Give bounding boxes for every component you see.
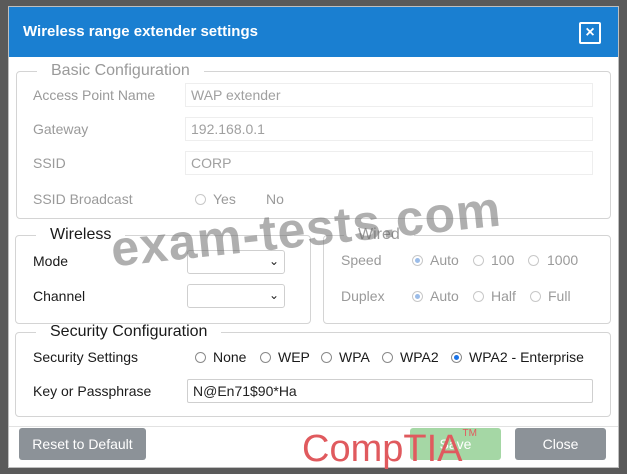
broadcast-yes-radio[interactable] bbox=[195, 194, 206, 205]
ssid-broadcast-label: SSID Broadcast bbox=[33, 191, 133, 207]
title-bar: Wireless range extender settings × bbox=[9, 7, 618, 57]
security-none-radio[interactable] bbox=[195, 352, 206, 363]
duplex-half-radio[interactable] bbox=[473, 291, 484, 302]
close-icon[interactable]: × bbox=[579, 22, 601, 44]
security-wpa2-enterprise-label: WPA2 - Enterprise bbox=[469, 349, 584, 365]
channel-select[interactable]: ⌄ bbox=[187, 284, 285, 308]
wired-group: Wired bbox=[323, 226, 611, 324]
speed-auto-label: Auto bbox=[430, 252, 459, 268]
duplex-auto-radio[interactable] bbox=[412, 291, 423, 302]
chevron-down-icon: ⌄ bbox=[268, 288, 279, 302]
broadcast-yes-label: Yes bbox=[213, 191, 236, 207]
gateway-label: Gateway bbox=[33, 121, 89, 137]
speed-1000-radio[interactable] bbox=[528, 255, 539, 266]
security-wpa2-radio[interactable] bbox=[382, 352, 393, 363]
ap-name-value: WAP extender bbox=[191, 87, 281, 103]
security-wpa2-label: WPA2 bbox=[400, 349, 439, 365]
duplex-label: Duplex bbox=[341, 288, 385, 304]
speed-label: Speed bbox=[341, 252, 382, 268]
security-wpa-radio[interactable] bbox=[321, 352, 332, 363]
security-wep-radio[interactable] bbox=[260, 352, 271, 363]
settings-dialog: Wireless range extender settings × Basic… bbox=[8, 6, 619, 468]
wired-legend: Wired bbox=[358, 226, 400, 243]
footer-divider bbox=[9, 426, 618, 427]
wireless-group: Wireless bbox=[15, 226, 311, 324]
ssid-label: SSID bbox=[33, 155, 66, 171]
gateway-value: 192.168.0.1 bbox=[191, 121, 265, 137]
passphrase-label: Key or Passphrase bbox=[33, 383, 152, 399]
speed-100-radio[interactable] bbox=[473, 255, 484, 266]
wireless-legend: Wireless bbox=[50, 226, 112, 243]
duplex-half-label: Half bbox=[491, 288, 516, 304]
duplex-full-label: Full bbox=[548, 288, 571, 304]
chevron-down-icon: ⌄ bbox=[268, 254, 279, 268]
speed-1000-label: 1000 bbox=[547, 252, 579, 268]
speed-100-label: 100 bbox=[491, 252, 515, 268]
basic-configuration-legend: Basic Configuration bbox=[51, 62, 190, 79]
ssid-value: CORP bbox=[191, 155, 232, 171]
save-button[interactable]: Save bbox=[410, 428, 501, 460]
security-wpa-label: WPA bbox=[339, 349, 370, 365]
channel-label: Channel bbox=[33, 288, 86, 304]
security-legend: Security Configuration bbox=[50, 323, 208, 340]
broadcast-no-label[interactable]: No bbox=[266, 191, 284, 207]
ap-name-label: Access Point Name bbox=[33, 87, 156, 103]
security-wep-label: WEP bbox=[278, 349, 310, 365]
security-settings-label: Security Settings bbox=[33, 349, 139, 365]
duplex-auto-label: Auto bbox=[430, 288, 459, 304]
mode-select[interactable]: ⌄ bbox=[187, 250, 285, 274]
security-wpa2-enterprise-radio[interactable] bbox=[451, 352, 462, 363]
dialog-title: Wireless range extender settings bbox=[23, 23, 258, 40]
ssid-field[interactable] bbox=[185, 151, 593, 175]
close-button[interactable]: Close bbox=[515, 428, 606, 460]
security-none-label: None bbox=[213, 349, 247, 365]
reset-to-default-button[interactable]: Reset to Default bbox=[19, 428, 146, 460]
passphrase-input[interactable]: N@En71$90*Ha bbox=[187, 379, 593, 403]
speed-auto-radio[interactable] bbox=[412, 255, 423, 266]
duplex-full-radio[interactable] bbox=[530, 291, 541, 302]
mode-label: Mode bbox=[33, 253, 69, 269]
